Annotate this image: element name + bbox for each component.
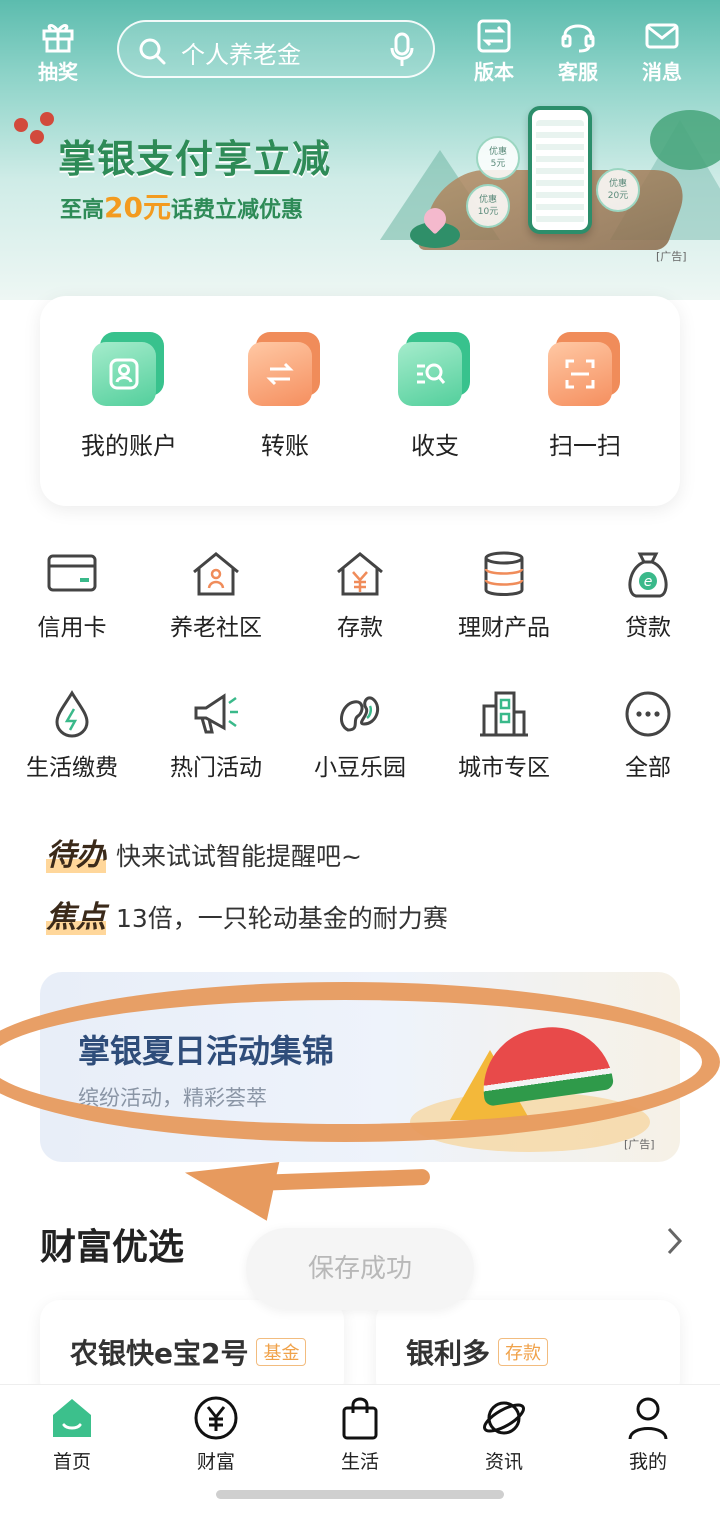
ad-tag: [广告] (624, 1138, 655, 1151)
search-icon (139, 38, 166, 65)
deposit-house-icon (337, 552, 383, 596)
todo-reminder[interactable]: 待办 快来试试智能提醒吧~ (46, 830, 362, 874)
focus-text: 13倍，一只轮动基金的耐力赛 (116, 904, 448, 933)
profile-icon (628, 1397, 668, 1440)
lottery-button[interactable]: 抽奖 (26, 18, 90, 85)
messages-button[interactable]: 消息 (630, 18, 694, 85)
todo-text: 快来试试智能提醒吧~ (116, 842, 362, 871)
customer-service-button[interactable]: 客服 (546, 18, 610, 85)
grid-wealth-products[interactable]: 理财产品 (432, 550, 576, 642)
quick-scan[interactable]: 扫一扫 (530, 332, 640, 461)
headset-icon (561, 24, 595, 53)
promo-title: 掌银支付享立减 (58, 137, 332, 181)
grid-loan[interactable]: e 贷款 (576, 550, 720, 642)
water-drop-icon (55, 690, 89, 738)
transfer-icon (266, 362, 294, 386)
more-dots-icon (625, 691, 671, 737)
microphone-icon[interactable] (389, 32, 415, 68)
phone-illustration (528, 106, 592, 234)
coin-stack-icon (484, 551, 524, 596)
search-bar[interactable]: 个人养老金 (117, 20, 435, 78)
tab-life[interactable]: 生活 (310, 1395, 410, 1474)
city-building-icon (480, 691, 528, 737)
ledger-search-icon (417, 363, 446, 384)
coupon-badge: 优惠 20元 (596, 168, 640, 212)
toast-message: 保存成功 (246, 1228, 474, 1310)
lotus-leaf-decoration (650, 110, 720, 170)
home-indicator (216, 1490, 504, 1499)
top-bar: 抽奖 个人养老金 版本 客服 消息 (0, 14, 720, 94)
tab-home[interactable]: 首页 (22, 1395, 122, 1474)
product-badge: 基金 (256, 1338, 307, 1366)
berry-decoration (40, 112, 54, 126)
coupon-badge: 优惠 10元 (466, 184, 510, 228)
product-name: 农银快e宝2号 (70, 1337, 249, 1370)
loan-bag-icon: e (628, 552, 668, 598)
grid-elder-community[interactable]: 养老社区 (144, 550, 288, 642)
gift-icon (42, 24, 74, 53)
bean-icon (339, 696, 380, 732)
planet-icon (483, 1401, 525, 1435)
focus-tag: 焦点 (46, 900, 106, 935)
yen-icon (194, 1396, 238, 1440)
ad-tag: [广告] (656, 250, 687, 263)
version-button[interactable]: 版本 (462, 18, 526, 85)
lotus-decoration (410, 222, 460, 248)
grid-city-zone[interactable]: 城市专区 (432, 690, 576, 782)
quick-my-account[interactable]: 我的账户 (74, 332, 184, 461)
grid-deposit[interactable]: 存款 (288, 550, 432, 642)
grid-life-payment[interactable]: 生活缴费 (0, 690, 144, 782)
megaphone-icon (194, 693, 238, 734)
home-icon (53, 1399, 91, 1437)
promo-subtitle: 至高20元话费立减优惠 (60, 191, 303, 224)
quick-income-expense[interactable]: 收支 (380, 332, 490, 461)
quick-transfer[interactable]: 转账 (230, 332, 340, 461)
berry-decoration (30, 130, 44, 144)
focus-news[interactable]: 焦点 13倍，一只轮动基金的耐力赛 (46, 892, 448, 936)
credit-card-icon (47, 554, 97, 592)
todo-tag: 待办 (46, 838, 106, 873)
elder-home-icon (193, 552, 239, 596)
product-name: 银利多 (406, 1337, 491, 1370)
quick-actions-card: 我的账户 转账 收支 扫一扫 (40, 296, 680, 506)
scan-icon (565, 359, 595, 389)
tab-news[interactable]: 资讯 (454, 1395, 554, 1474)
product-badge: 存款 (498, 1338, 549, 1366)
berry-decoration (14, 118, 28, 132)
grid-credit-card[interactable]: 信用卡 (0, 550, 144, 642)
coupon-badge: 优惠 5元 (476, 136, 520, 180)
annotation-ellipse (0, 982, 720, 1142)
grid-all[interactable]: 全部 (576, 690, 720, 782)
section-title-wealth: 财富优选 (40, 1227, 185, 1268)
grid-hot-activities[interactable]: 热门活动 (144, 690, 288, 782)
search-placeholder: 个人养老金 (181, 41, 301, 69)
tab-profile[interactable]: 我的 (598, 1395, 698, 1474)
account-icon (109, 358, 139, 390)
tab-wealth[interactable]: 财富 (166, 1395, 266, 1474)
envelope-icon (645, 23, 679, 49)
switch-version-icon (477, 19, 511, 53)
svg-text:e: e (644, 574, 653, 590)
grid-bean-park[interactable]: 小豆乐园 (288, 690, 432, 782)
shopping-bag-icon (342, 1397, 378, 1440)
chevron-right-icon[interactable] (664, 1224, 686, 1258)
